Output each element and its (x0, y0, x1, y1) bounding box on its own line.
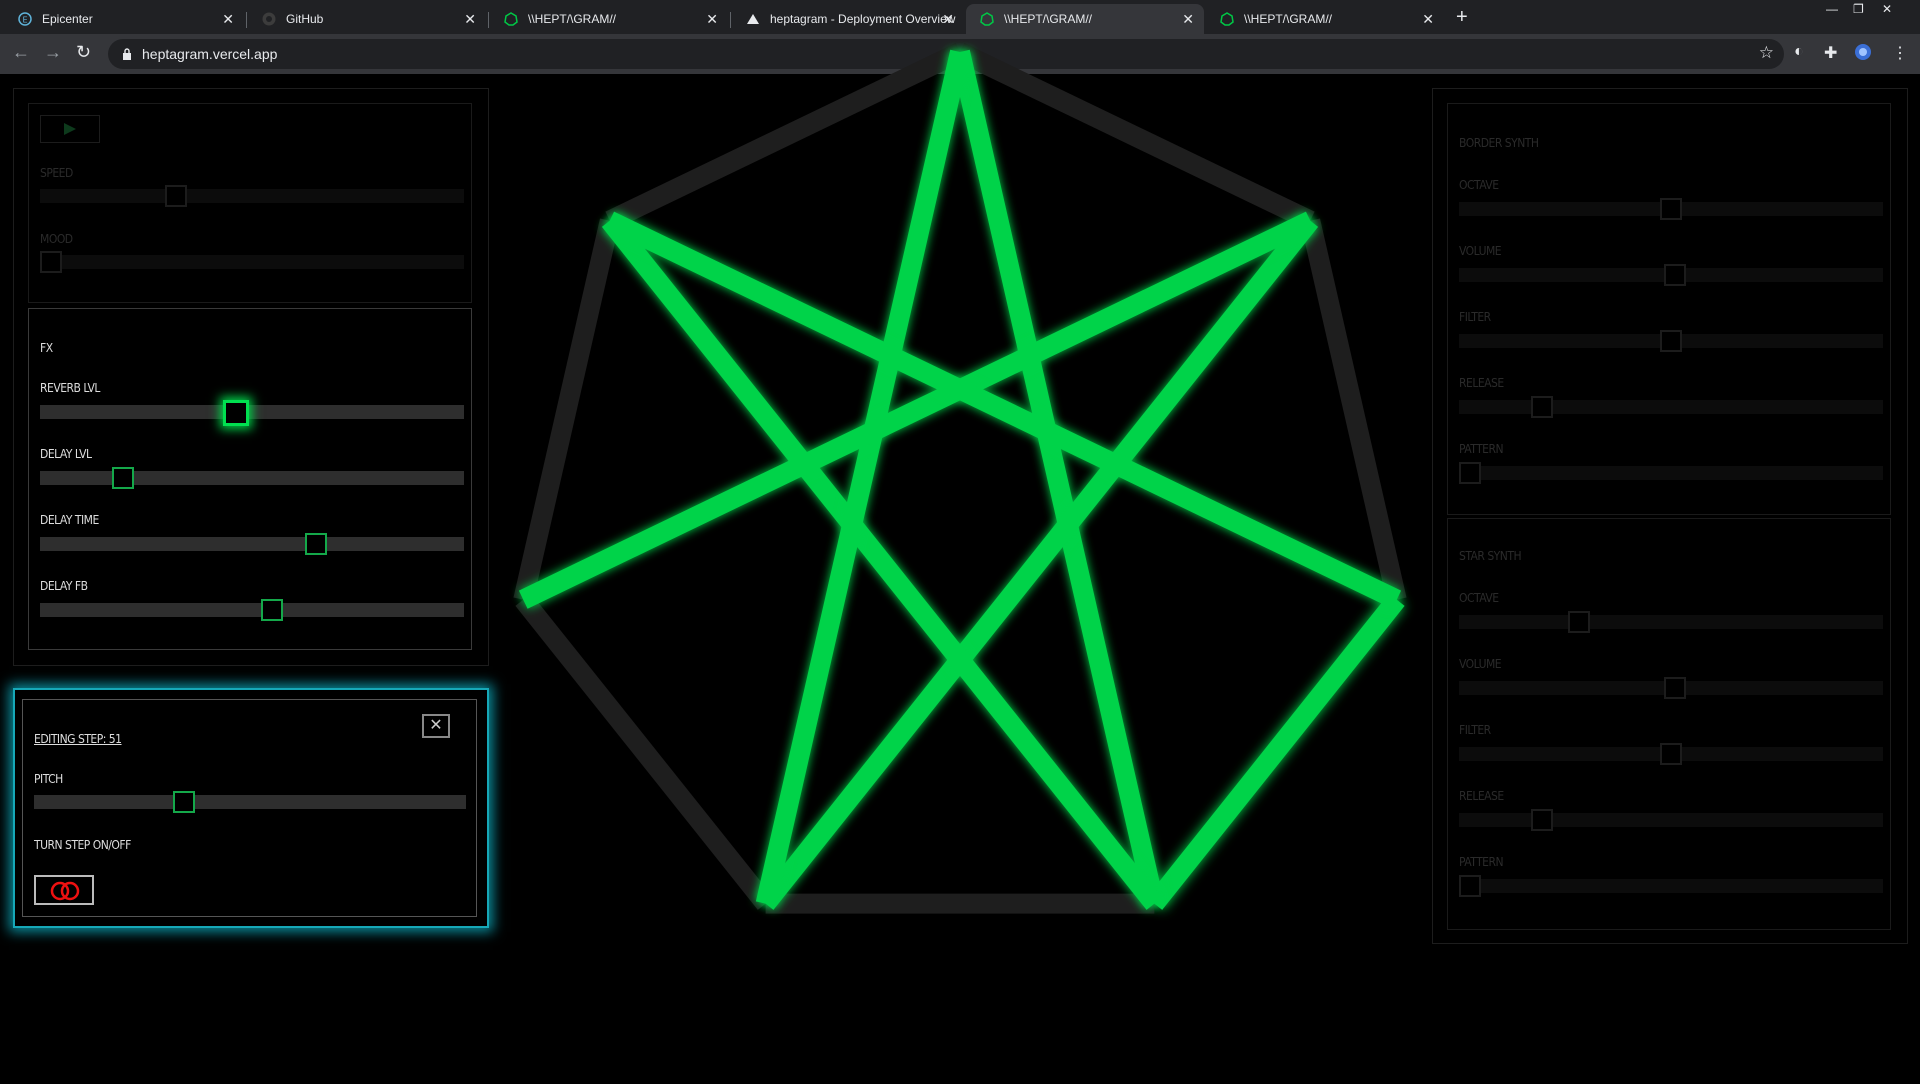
border-edge[interactable] (1146, 593, 1405, 910)
border-edge[interactable] (515, 593, 774, 910)
border-edge[interactable] (955, 42, 1315, 230)
heptagram-visualizer (513, 42, 1407, 914)
border-edge[interactable] (1300, 218, 1407, 602)
border-edge[interactable] (513, 218, 620, 602)
border-edge[interactable] (605, 42, 965, 230)
